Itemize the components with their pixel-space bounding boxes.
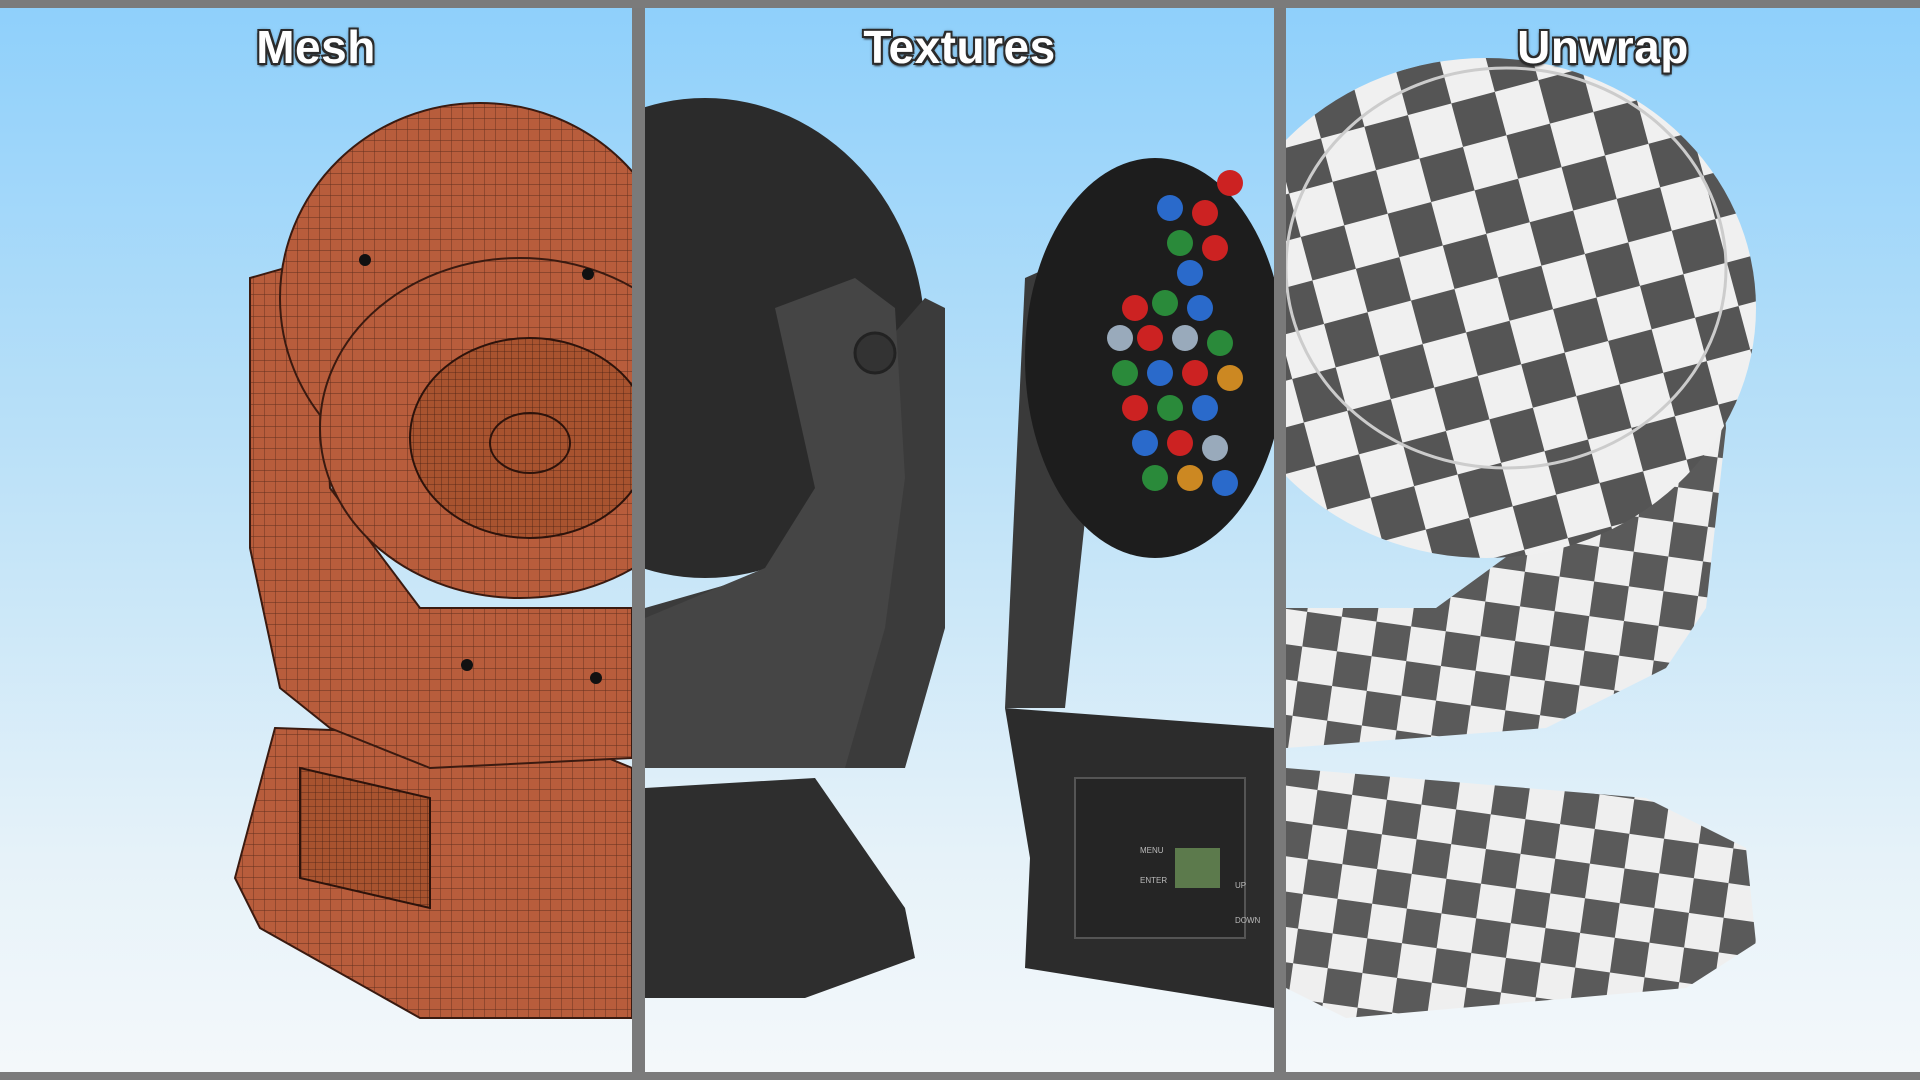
checker-unwrap-render — [1286, 58, 1756, 1018]
textured-model-render: MENU ENTER UP DOWN — [645, 98, 1274, 1008]
panel-divider — [632, 8, 645, 1072]
enter-label: ENTER — [1140, 876, 1167, 885]
panel-title-textures: Textures — [863, 21, 1056, 73]
lcd-screen — [1175, 848, 1220, 888]
up-label: UP — [1235, 881, 1246, 890]
panel-title-unwrap: Unwrap — [1517, 21, 1689, 73]
menu-label: MENU — [1140, 846, 1164, 855]
panel-title-mesh: Mesh — [256, 21, 376, 73]
panel-unwrap: Unwrap — [1286, 8, 1920, 1072]
wireframe-model-render — [233, 102, 632, 1019]
panel-mesh: Mesh — [0, 8, 632, 1072]
down-label: DOWN — [1235, 916, 1261, 925]
panel-textures: MENU ENTER UP DOWN Textures — [645, 8, 1274, 1072]
